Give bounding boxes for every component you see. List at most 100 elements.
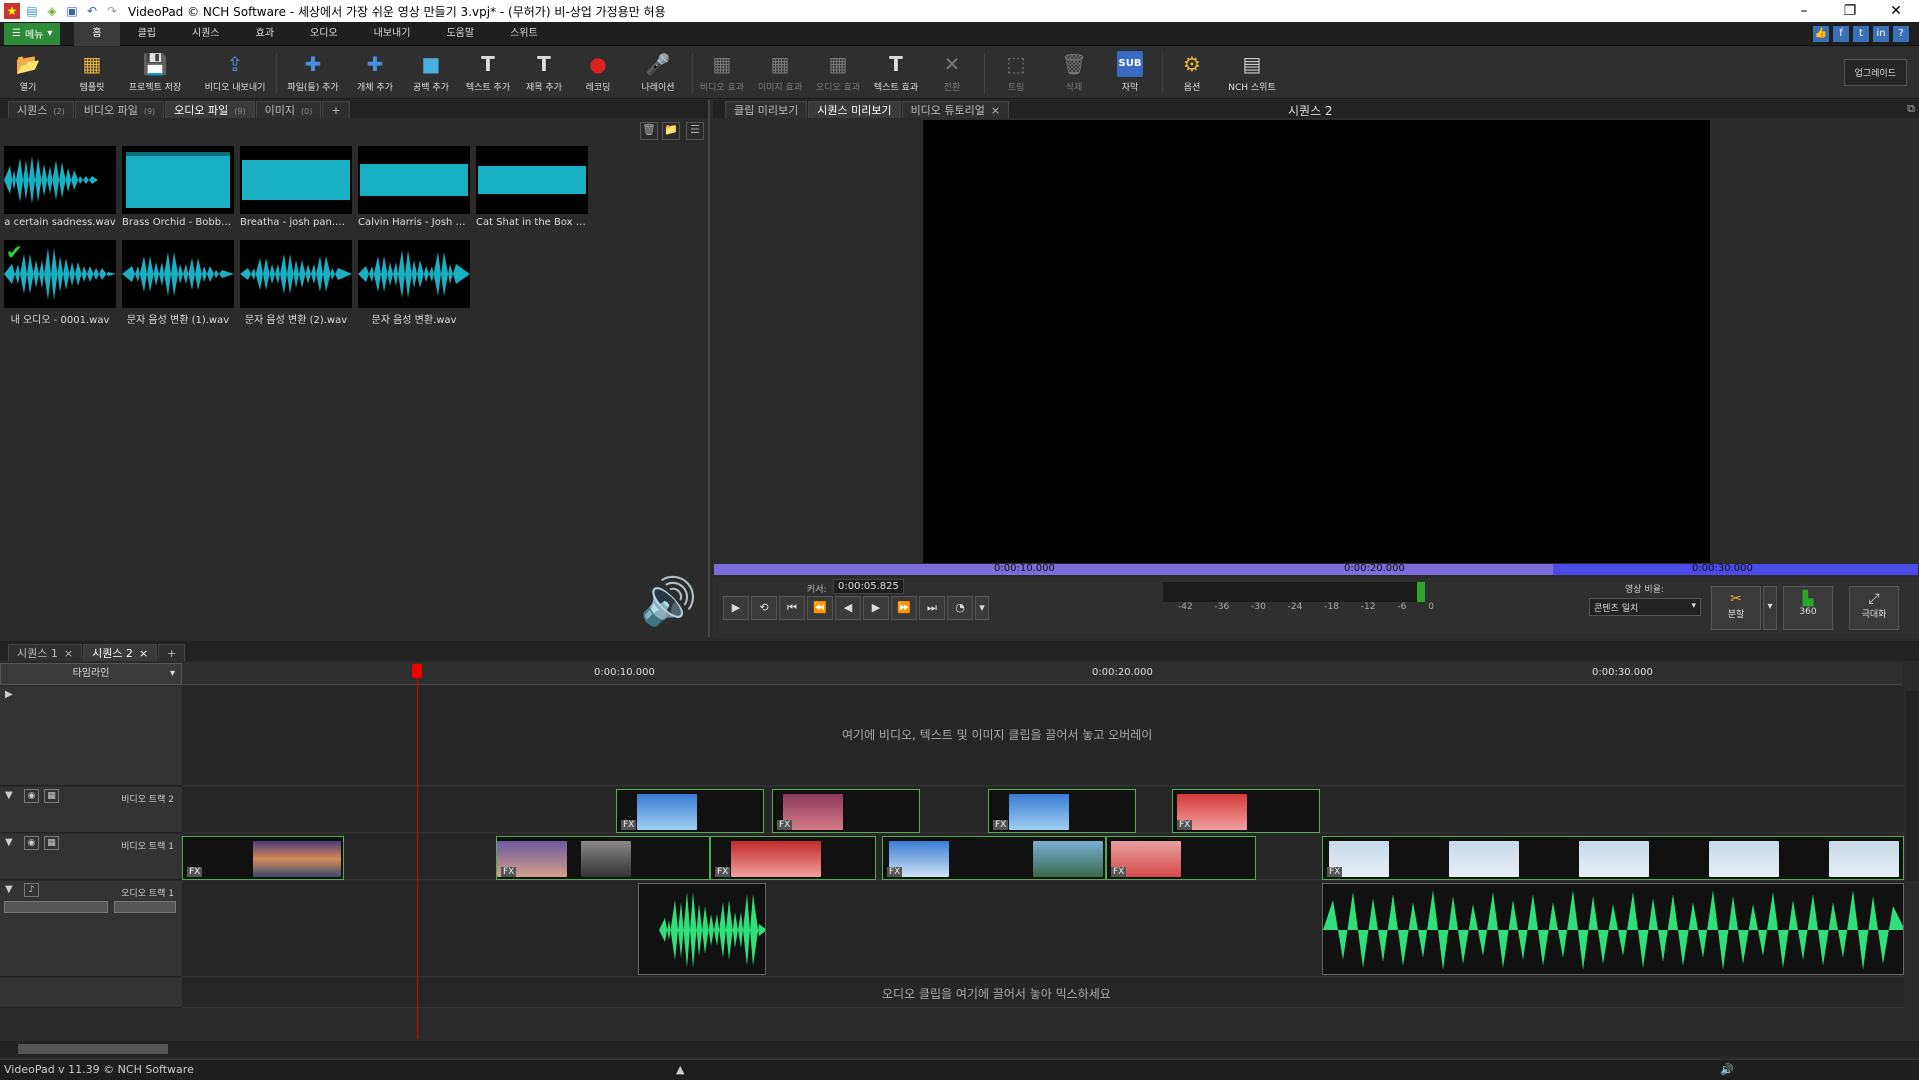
media-item[interactable]: 문자 음성 변환.wav	[358, 240, 470, 326]
timeline-vertical-scrollbar[interactable]	[1906, 691, 1918, 881]
image-effects-button[interactable]: ▦ 이미지 효과	[756, 49, 804, 97]
twitter-icon[interactable]: t	[1853, 25, 1869, 42]
audio-track-1-lane[interactable]	[182, 881, 1904, 977]
tab-sequences[interactable]: 시퀀스 (2)	[8, 101, 74, 118]
playhead-handle[interactable]	[412, 664, 422, 678]
tab-images[interactable]: 이미지 (0)	[255, 101, 322, 118]
audio-clip[interactable]	[638, 883, 766, 975]
volume-slider[interactable]	[4, 901, 108, 913]
video-clip[interactable]: FX	[710, 836, 876, 880]
vr-360-button[interactable]: ▙ 360	[1783, 586, 1833, 630]
trash-icon[interactable]: 🗑	[640, 122, 658, 140]
grid-icon[interactable]: ▦	[44, 836, 59, 850]
chevron-down-icon[interactable]: ▾	[975, 596, 989, 620]
next-clip-button[interactable]: ⏩	[891, 596, 917, 620]
new-icon[interactable]: ▤	[24, 3, 40, 19]
tab-video-files[interactable]: 비디오 파일 (9)	[74, 101, 165, 118]
go-start-button[interactable]: ⏮	[779, 596, 805, 620]
tab-sequence-preview[interactable]: 시퀀스 미리보기	[808, 101, 901, 118]
close-icon[interactable]: ×	[991, 104, 1000, 117]
open-icon[interactable]: ◈	[44, 3, 60, 19]
subtitle-button[interactable]: SUB 자막	[1112, 49, 1148, 97]
record-button[interactable]: ● 레코딩	[578, 49, 618, 97]
tab-audio[interactable]: 오디오	[292, 22, 356, 46]
video-clip[interactable]: FX	[182, 836, 344, 880]
media-item[interactable]: Cat Shat in the Box - J...	[476, 146, 588, 228]
media-item[interactable]: ✔ 내 오디오 - 0001.wav	[4, 240, 116, 326]
list-view-icon[interactable]: ☰	[686, 122, 704, 140]
eye-icon[interactable]: ◉	[24, 789, 39, 803]
media-item[interactable]: Brass Orchid - Bobby ...	[122, 146, 234, 228]
tab-clip-preview[interactable]: 클립 미리보기	[725, 101, 808, 118]
previous-clip-button[interactable]: ⏪	[807, 596, 833, 620]
video-track-1-lane[interactable]: FX FX FX FX FX FX	[182, 834, 1904, 880]
trim-button[interactable]: ⬚ 트림	[996, 49, 1036, 97]
aspect-ratio-select[interactable]: 콘텐츠 일치 ▾	[1589, 598, 1701, 616]
tab-sequence-1[interactable]: 시퀀스 1 ×	[8, 644, 83, 661]
add-bin-tab[interactable]: +	[322, 101, 350, 118]
media-item[interactable]: Breatha - josh pan.mp3	[240, 146, 352, 228]
add-object-button[interactable]: ✚ 개체 추가	[350, 49, 400, 97]
undock-icon[interactable]: ⧉	[1907, 102, 1915, 116]
main-menu-button[interactable]: ☰ 메뉴 ▾	[4, 22, 61, 45]
timeline-mode-select[interactable]: 타임라인 ▾	[0, 663, 182, 685]
loop-button[interactable]: ⟲	[751, 596, 777, 620]
tab-sequence-2[interactable]: 시퀀스 2 ×	[83, 644, 158, 661]
video-clip[interactable]: FX	[1106, 836, 1256, 880]
export-video-button[interactable]: ⇪ 비디오 내보내기	[202, 49, 268, 97]
collapse-icon[interactable]: ▼	[5, 790, 13, 801]
media-item[interactable]: a certain sadness.wav	[4, 146, 116, 228]
split-button[interactable]: ✂ 분할	[1711, 586, 1761, 630]
save-project-button[interactable]: 💾 프로젝트 저장	[124, 49, 186, 97]
help-icon[interactable]: ?	[1893, 25, 1909, 42]
maximize-button[interactable]: ❐	[1827, 3, 1873, 19]
timeline-horizontal-scrollbar[interactable]	[0, 1041, 1919, 1057]
undo-icon[interactable]: ↶	[84, 3, 100, 19]
audio-clip[interactable]	[1322, 883, 1904, 975]
video-clip[interactable]: FX	[496, 836, 710, 880]
options-button[interactable]: ⚙ 옵션	[1174, 49, 1210, 97]
delete-button[interactable]: 🗑 삭제	[1056, 49, 1092, 97]
add-sequence-tab[interactable]: +	[158, 644, 186, 661]
preview-scrubber[interactable]: 0:00:10.000 0:00:20.000 0:00:30.000	[714, 563, 1918, 575]
panel-splitter[interactable]	[708, 100, 710, 637]
tab-home[interactable]: 홈	[74, 21, 120, 46]
tab-video-tutorial[interactable]: 비디오 튜토리얼 ×	[901, 101, 1010, 118]
eye-icon[interactable]: ◉	[24, 836, 39, 850]
video-clip[interactable]: FX	[616, 789, 764, 833]
video-clip[interactable]: FX	[1172, 789, 1320, 833]
volume-icon[interactable]: 🔊	[1720, 1063, 1734, 1076]
timeline-ruler[interactable]: 0:00:10.000 0:00:20.000 0:00:30.000	[182, 663, 1902, 685]
step-forward-button[interactable]: ▶	[863, 596, 889, 620]
collapse-icon[interactable]: ▼	[5, 884, 13, 895]
transition-button[interactable]: ✕ 전환	[934, 49, 970, 97]
new-folder-icon[interactable]: 📁	[662, 122, 680, 140]
cursor-time-field[interactable]: 0:00:05.825	[833, 579, 904, 594]
nch-suite-button[interactable]: ▤ NCH 스위트	[1224, 49, 1280, 97]
redo-icon[interactable]: ↷	[104, 3, 120, 19]
save-icon[interactable]: ▣	[64, 3, 80, 19]
collapse-icon[interactable]: ▼	[5, 837, 13, 848]
play-button[interactable]: ▶	[723, 596, 749, 620]
upgrade-button[interactable]: 업그레이드	[1843, 59, 1907, 86]
add-title-button[interactable]: T 제목 추가	[520, 49, 568, 97]
like-icon[interactable]: 👍	[1813, 25, 1829, 42]
linkedin-icon[interactable]: in	[1873, 25, 1889, 42]
grid-icon[interactable]: ▦	[44, 789, 59, 803]
video-clip[interactable]: FX	[772, 789, 920, 833]
tab-clip[interactable]: 클립	[120, 22, 174, 46]
tab-suite[interactable]: 스위트	[492, 22, 556, 46]
step-back-button[interactable]: ◀	[835, 596, 861, 620]
pan-slider[interactable]	[114, 901, 176, 913]
close-icon[interactable]: ×	[139, 647, 148, 660]
tab-help[interactable]: 도움말	[428, 22, 492, 46]
media-item[interactable]: 문자 음성 변환 (2).wav	[240, 240, 352, 326]
playhead[interactable]	[417, 663, 418, 1039]
video-effects-button[interactable]: ▦ 비디오 효과	[698, 49, 746, 97]
media-item[interactable]: 문자 음성 변환 (1).wav	[122, 240, 234, 326]
tab-audio-files[interactable]: 오디오 파일 (9)	[165, 101, 255, 118]
audio-effects-button[interactable]: ▦ 오디오 효과	[814, 49, 862, 97]
minimize-button[interactable]: –	[1781, 3, 1827, 19]
add-text-button[interactable]: T 텍스트 추가	[462, 49, 514, 97]
add-files-button[interactable]: ✚ 파일(들) 추가	[284, 49, 342, 97]
